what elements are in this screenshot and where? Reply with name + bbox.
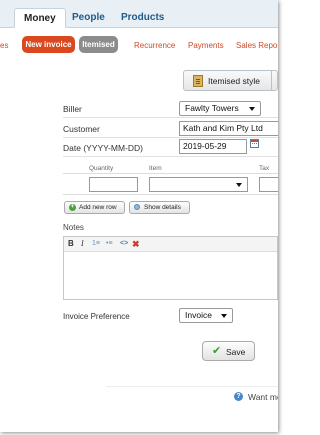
itemised-style-label: Itemised style [208,76,260,86]
subnav-item-payments[interactable]: Payments [188,41,224,50]
toggle-divider [271,71,272,90]
footer-divider [106,386,278,387]
unordered-list-icon[interactable]: •≡ [106,239,113,249]
chevron-down-icon [249,107,255,111]
italic-button[interactable]: I [81,239,84,249]
editor-toolbar: B I 1≡ •≡ <> ✖ [64,237,277,252]
save-label: Save [226,347,246,357]
invoice-preference-value: Invoice [185,310,212,320]
divider [63,156,278,157]
ordered-list-icon[interactable]: 1≡ [92,239,100,249]
column-header-tax: Tax [259,165,270,172]
top-navigation: Money People Products [0,0,278,28]
code-icon[interactable]: <> [120,239,128,249]
add-new-row-label: Add new row [79,204,117,211]
save-button[interactable]: ✔ Save [202,341,255,361]
biller-select[interactable]: Fawlty Towers [179,101,261,116]
sub-navigation: es New invoice Itemised Recurrence Payme… [0,28,278,64]
date-field[interactable]: 2019-05-29 [179,139,247,154]
details-icon [134,204,140,210]
customer-value: Kath and Kim Pty Ltd [183,123,263,133]
tax-field[interactable] [259,177,278,192]
checkmark-icon: ✔ [212,345,222,357]
chevron-down-icon [236,183,242,187]
itemised-button[interactable]: Itemised [79,36,118,53]
show-details-label: Show details [144,204,181,211]
itemised-style-button[interactable]: Itemised style [183,70,278,91]
help-link[interactable]: Want mo [248,392,278,402]
biller-value: Fawlty Towers [185,103,239,113]
clear-format-icon[interactable]: ✖ [132,239,140,249]
notes-editor[interactable]: B I 1≡ •≡ <> ✖ [63,236,278,300]
tab-money[interactable]: Money [14,8,66,28]
tab-products[interactable]: Products [121,8,164,28]
divider [63,173,278,174]
subnav-item-sales-reports[interactable]: Sales Reports [236,41,278,50]
show-details-button[interactable]: Show details [129,201,190,214]
column-header-item: Item [149,165,162,172]
invoice-preference-select[interactable]: Invoice [179,308,233,323]
new-invoice-button[interactable]: New invoice [22,36,75,53]
customer-label: Customer [63,124,100,134]
bold-button[interactable]: B [68,239,74,249]
date-label: Date (YYYY-MM-DD) [63,143,143,153]
itemised-document-icon [193,75,203,87]
help-icon[interactable]: ? [234,392,243,401]
quantity-field[interactable] [89,177,138,192]
column-header-quantity: Quantity [89,165,114,172]
invoice-preference-label: Invoice Preference [63,312,130,321]
chevron-down-icon [221,314,227,318]
tab-people[interactable]: People [72,8,105,28]
notes-label: Notes [63,223,84,232]
add-new-row-button[interactable]: + Add new row [64,201,125,214]
date-value: 2019-05-29 [183,141,227,151]
biller-label: Biller [63,104,82,114]
divider [63,117,278,118]
divider [63,137,278,138]
divider [63,194,278,195]
item-select[interactable] [149,177,248,192]
subnav-item-recurrence[interactable]: Recurrence [134,41,175,50]
subnav-item-sales[interactable]: es [0,41,8,50]
plus-circle-icon: + [69,204,76,211]
calendar-icon[interactable] [250,139,259,148]
invoice-page: Money People Products es New invoice Ite… [0,0,278,432]
customer-field[interactable]: Kath and Kim Pty Ltd [179,121,278,136]
